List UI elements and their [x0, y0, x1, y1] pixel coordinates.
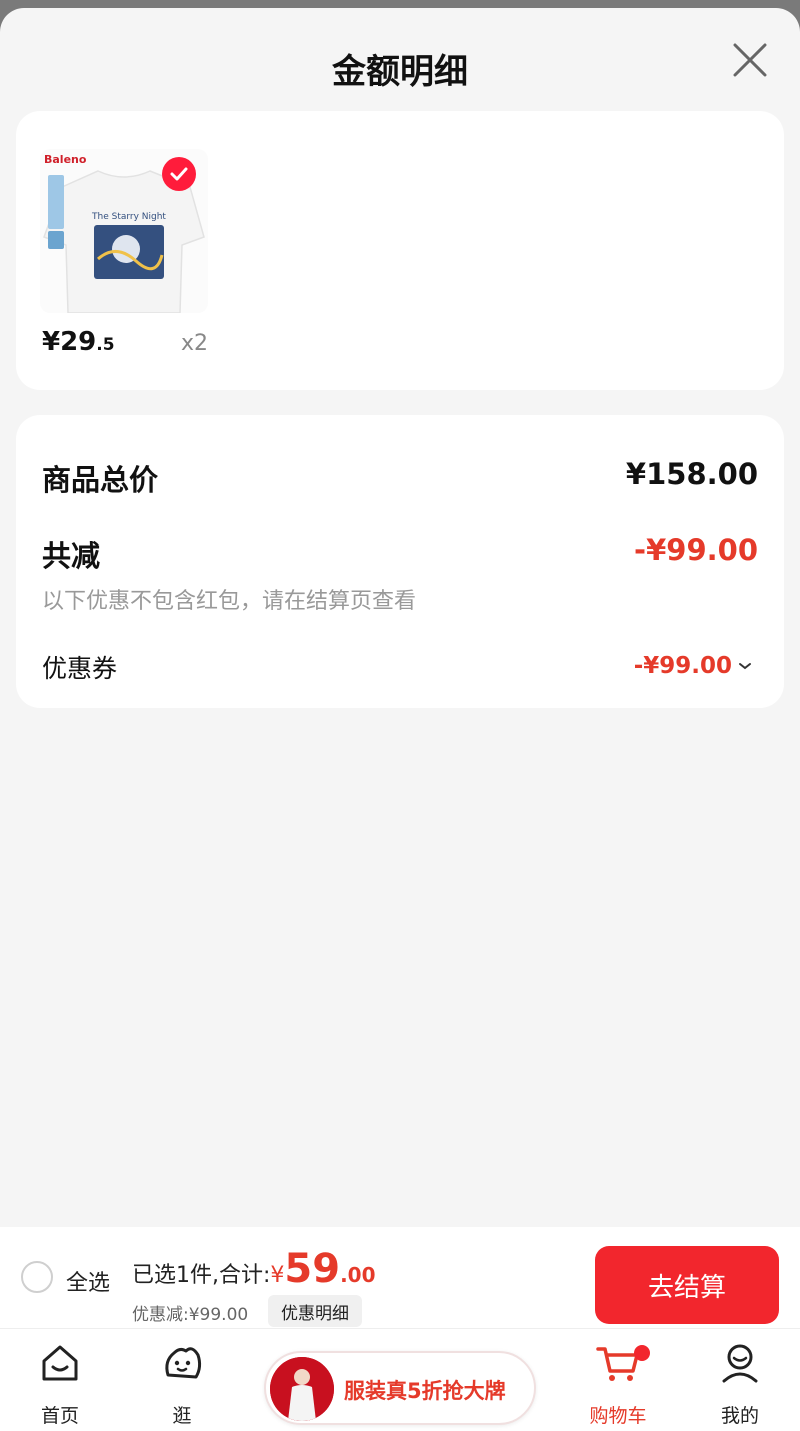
goods-total-value: ¥158.00 — [625, 457, 758, 491]
tab-profile-label: 我的 — [720, 1405, 759, 1427]
tab-home-label: 首页 — [40, 1405, 79, 1427]
promo-avatar — [270, 1357, 334, 1421]
reduction-note: 以下优惠不包含红包，请在结算页查看 — [42, 589, 417, 614]
product-quantity: x2 — [181, 331, 209, 356]
browse-icon — [165, 1347, 202, 1379]
bottom-tab-bar: 首页 逛 服装真5折抢大牌 购物车 我的 — [0, 1328, 800, 1431]
select-all-radio[interactable] — [21, 1261, 53, 1293]
tab-cart[interactable]: 购物车 — [568, 1329, 668, 1431]
chevron-down-icon — [739, 663, 751, 670]
total-integer: 59 — [284, 1246, 341, 1292]
promo-banner[interactable]: 服装真5折抢大牌 — [264, 1351, 536, 1425]
sheet-title: 金额明细 — [332, 52, 468, 92]
total-reduction-label: 共减 — [42, 539, 101, 573]
selected-count-text: 已选1件,合计: — [132, 1263, 271, 1288]
total-reduction-value: -¥99.00 — [634, 533, 758, 567]
tab-home[interactable]: 首页 — [10, 1329, 110, 1431]
checkout-button[interactable]: 去结算 — [595, 1246, 779, 1324]
coupon-label: 优惠券 — [42, 654, 118, 683]
price-integer: ¥29 — [42, 327, 97, 357]
home-icon — [42, 1345, 78, 1381]
product-card: The Starry Night Baleno ¥29.5 x2 — [16, 111, 784, 390]
promo-text: 服装真5折抢大牌 — [344, 1379, 506, 1403]
product-price: ¥29.5 — [42, 327, 115, 357]
cart-badge-dot — [634, 1345, 650, 1361]
tab-profile[interactable]: 我的 — [690, 1329, 790, 1431]
tab-cart-label: 购物车 — [589, 1405, 647, 1427]
select-all-label[interactable]: 全选 — [66, 1265, 110, 1297]
goods-total-label: 商品总价 — [42, 463, 159, 497]
coupon-value: -¥99.00 — [633, 653, 732, 679]
amount-detail-sheet: 金额明细 The Starry Night Baleno ¥29.5 x2 商品… — [0, 8, 800, 1431]
price-decimal: .5 — [96, 335, 115, 355]
close-icon[interactable] — [732, 42, 768, 78]
coupon-value-toggle[interactable]: -¥99.00 — [634, 653, 752, 679]
svg-text:The Starry Night: The Starry Night — [91, 212, 166, 222]
tab-browse-label: 逛 — [172, 1405, 192, 1427]
selected-total-line: 已选1件,合计: ¥59.00 — [132, 1249, 376, 1289]
total-decimal: .00 — [340, 1263, 376, 1287]
brand-logo: Baleno — [44, 153, 87, 166]
discount-detail-button[interactable]: 优惠明细 — [268, 1295, 362, 1327]
profile-icon — [722, 1344, 758, 1383]
total-currency: ¥ — [270, 1263, 285, 1288]
selected-check-icon[interactable] — [162, 157, 196, 191]
price-summary-card: 商品总价 ¥158.00 共减 -¥99.00 以下优惠不包含红包，请在结算页查… — [16, 415, 784, 708]
checkout-bar: 全选 已选1件,合计: ¥59.00 优惠减:¥99.00 优惠明细 去结算 — [0, 1227, 800, 1328]
tab-browse[interactable]: 逛 — [132, 1329, 232, 1431]
cart-icon — [596, 1347, 639, 1381]
discount-text: 优惠减:¥99.00 — [132, 1305, 249, 1325]
